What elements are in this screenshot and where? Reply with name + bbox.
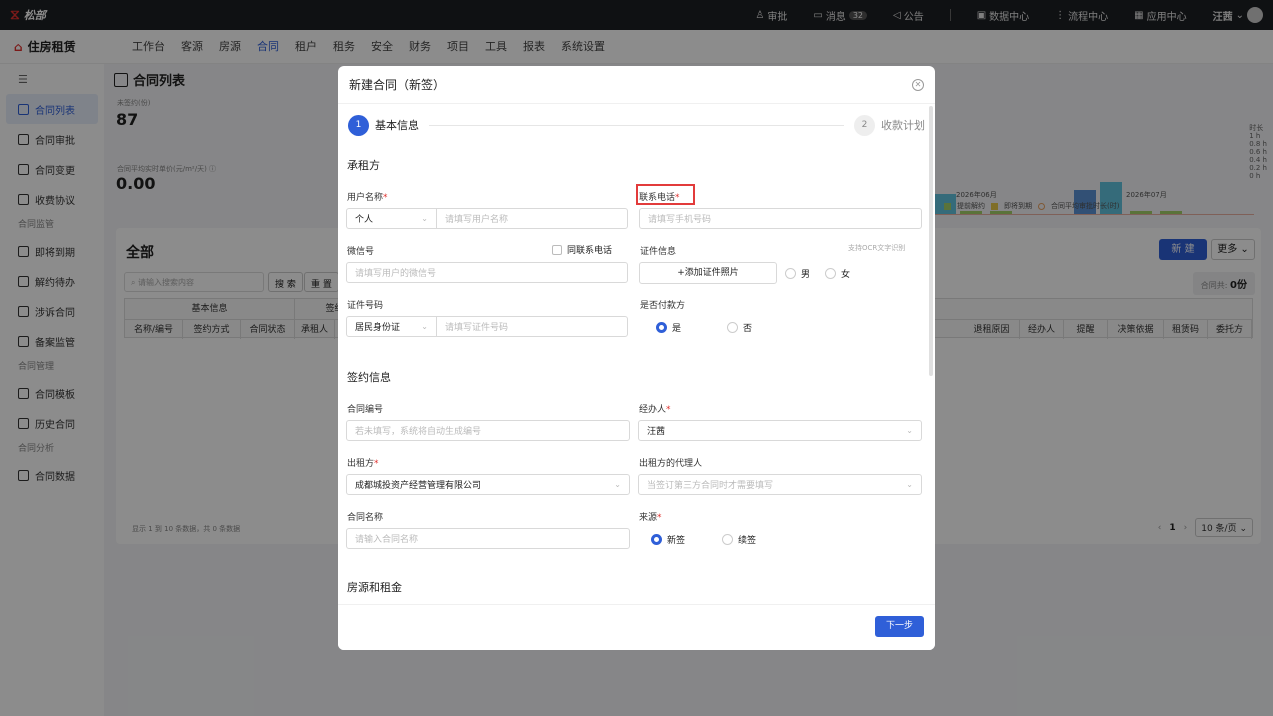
wechat-label: 微信号 <box>347 247 375 257</box>
section-lessee: 承租方 <box>347 159 380 172</box>
contract-no-input[interactable]: 若未填写，系统将自动生成编号 <box>346 420 630 441</box>
ocr-hint: 支持OCR文字识别 <box>848 244 906 252</box>
payer-no-radio[interactable]: 否 <box>727 321 752 334</box>
step-1-label: 基本信息 <box>375 119 419 132</box>
next-step-button[interactable]: 下一步 <box>875 616 924 637</box>
source-label: 来源* <box>639 513 662 523</box>
contract-no-label: 合同编号 <box>347 405 384 415</box>
id-label: 证件号码 <box>347 301 384 311</box>
section-sign: 签约信息 <box>347 371 391 384</box>
id-field[interactable]: 居民身份证 ⌄ 请填写证件号码 <box>346 316 628 337</box>
chevron-down-icon: ⌄ <box>906 480 913 489</box>
lessor-select[interactable]: 成都城投资产经营管理有限公司 ⌄ <box>346 474 630 495</box>
cert-label: 证件信息 <box>640 247 677 257</box>
dialog-footer: 下一步 <box>338 604 935 650</box>
chevron-down-icon: ⌄ <box>614 480 621 489</box>
lessor-agent-select[interactable]: 当签订第三方合同时才需要填写 ⌄ <box>638 474 922 495</box>
step-2-label: 收款计划 <box>881 119 925 132</box>
highlight-box <box>636 184 695 205</box>
payer-yes-radio[interactable]: 是 <box>656 321 681 334</box>
dialog-title: 新建合同（新签） <box>349 78 446 92</box>
contract-name-input[interactable]: 请输入合同名称 <box>346 528 630 549</box>
user-name-label: 用户名称* <box>347 193 388 203</box>
chevron-down-icon: ⌄ <box>906 426 913 435</box>
gender-female-radio[interactable]: 女 <box>825 267 850 280</box>
scrollbar[interactable] <box>929 106 933 376</box>
user-name-field[interactable]: 个人 ⌄ 请填写用户名称 <box>346 208 628 229</box>
id-type-select[interactable]: 居民身份证 ⌄ <box>355 317 437 336</box>
source-renew-radio[interactable]: 续签 <box>722 533 756 546</box>
section-house: 房源和租金 <box>347 581 402 594</box>
step-1-dot: 1 <box>348 114 369 136</box>
user-type-select[interactable]: 个人 ⌄ <box>355 209 437 228</box>
contract-name-label: 合同名称 <box>347 513 384 523</box>
same-phone-checkbox[interactable]: 同联系电话 <box>552 243 612 256</box>
source-new-radio[interactable]: 新签 <box>651 533 685 546</box>
gender-male-radio[interactable]: 男 <box>785 267 810 280</box>
add-cert-button[interactable]: +添加证件照片 <box>639 262 777 284</box>
step-line <box>429 124 844 126</box>
step-2-dot: 2 <box>854 114 875 136</box>
steps: 1 基本信息 2 收款计划 <box>338 104 935 146</box>
phone-input[interactable]: 请填写手机号码 <box>639 208 922 229</box>
checkbox <box>552 244 562 255</box>
lessor-agent-label: 出租方的代理人 <box>639 459 703 469</box>
payer-label: 是否付款方 <box>640 301 686 311</box>
close-icon[interactable]: ✕ <box>912 78 924 91</box>
agent-select[interactable]: 汪茜 ⌄ <box>638 420 922 441</box>
wechat-input[interactable]: 请填写用户的微信号 <box>346 262 628 283</box>
chevron-down-icon: ⌄ <box>421 322 428 331</box>
agent-label: 经办人* <box>639 405 671 415</box>
dialog-body: 承租方 用户名称* 个人 ⌄ 请填写用户名称 联系电话* 请填写手机号码 微信号 … <box>338 146 928 604</box>
lessor-label: 出租方* <box>347 459 379 469</box>
chevron-down-icon: ⌄ <box>421 214 428 223</box>
new-contract-dialog: 新建合同（新签） ✕ 1 基本信息 2 收款计划 承租方 用户名称* 个人 ⌄ 请… <box>338 66 935 650</box>
